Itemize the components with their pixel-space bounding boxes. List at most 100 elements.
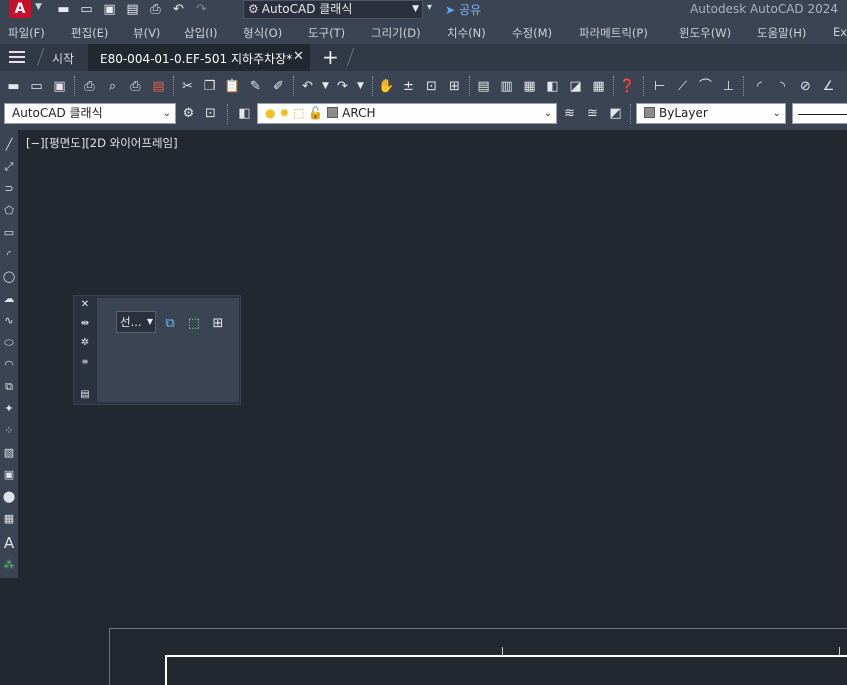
tab-active-drawing[interactable]: E80-004-01-0.EF-501 지하주차장* ✕ bbox=[88, 44, 310, 71]
layer-state-icon[interactable]: ◩ bbox=[606, 104, 625, 123]
new-file-icon[interactable]: ▬ bbox=[4, 77, 23, 96]
workspace-select[interactable]: ⚙ AutoCAD 클래식 ▼ bbox=[243, 0, 423, 19]
insert-block-icon[interactable]: ⧉ bbox=[0, 378, 18, 396]
ordinate-dimension-icon[interactable]: ⊥ bbox=[719, 77, 738, 96]
arc-length-icon[interactable]: ⌒ bbox=[696, 77, 715, 96]
tab-start[interactable]: 시작 bbox=[52, 50, 74, 67]
save-as-icon[interactable]: ▤ bbox=[123, 1, 142, 19]
undo-icon[interactable]: ↶ bbox=[169, 1, 188, 19]
linetype-combo[interactable] bbox=[792, 103, 847, 124]
plot-icon[interactable]: ⎙ bbox=[80, 77, 99, 96]
menu-modify[interactable]: 수정(M) bbox=[512, 25, 552, 41]
selection-combo[interactable]: 선... ▼ bbox=[116, 311, 156, 333]
polygon-icon[interactable]: ⬠ bbox=[0, 202, 18, 220]
rectangle-icon[interactable]: ▭ bbox=[0, 224, 18, 242]
add-selected-icon[interactable]: ⁂ bbox=[0, 556, 18, 574]
zoom-previous-icon[interactable]: ⊞ bbox=[445, 77, 464, 96]
undo-icon[interactable]: ↶ bbox=[298, 77, 317, 96]
help-icon[interactable]: ❓ bbox=[618, 77, 637, 96]
close-icon[interactable]: ✕ bbox=[293, 49, 304, 64]
menu-file[interactable]: 파일(F) bbox=[8, 25, 45, 41]
copy-icon[interactable]: ❐ bbox=[200, 77, 219, 96]
layer-properties-icon[interactable]: ◧ bbox=[235, 104, 254, 123]
save-icon[interactable]: ▣ bbox=[50, 77, 69, 96]
hamburger-menu-icon[interactable] bbox=[9, 51, 25, 63]
make-current-layer-icon[interactable]: ≋ bbox=[560, 104, 579, 123]
menu-insert[interactable]: 삽입(I) bbox=[184, 25, 218, 41]
quick-select-icon[interactable]: ⊞ bbox=[209, 315, 227, 333]
revision-cloud-icon[interactable]: ☁ bbox=[0, 290, 18, 308]
share-button[interactable]: ➤ 공유 bbox=[445, 1, 481, 18]
open-file-icon[interactable]: ▭ bbox=[27, 77, 46, 96]
design-center-icon[interactable]: ▥ bbox=[497, 77, 516, 96]
hatch-icon[interactable]: ▧ bbox=[0, 444, 18, 462]
color-combo[interactable]: ByLayer ⌄ bbox=[636, 103, 786, 124]
markup-icon[interactable]: ◪ bbox=[566, 77, 585, 96]
gear-icon[interactable]: ⚙ bbox=[179, 104, 198, 123]
collapse-icon[interactable]: ⇹ bbox=[77, 317, 93, 331]
menu-tools[interactable]: 도구(T) bbox=[308, 25, 345, 41]
construction-line-icon[interactable]: ⤢ bbox=[0, 158, 18, 176]
select-objects-icon[interactable]: ⬚ bbox=[185, 315, 203, 333]
open-file-icon[interactable]: ▭ bbox=[77, 1, 96, 19]
region-icon[interactable]: ⬤ bbox=[0, 488, 18, 506]
settings-icon[interactable]: ✲ bbox=[77, 336, 93, 350]
new-file-icon[interactable]: ▬ bbox=[54, 1, 73, 19]
app-logo-button[interactable]: A bbox=[9, 0, 31, 18]
zoom-window-icon[interactable]: ⊡ bbox=[422, 77, 441, 96]
layer-combo[interactable]: ● ✹ ⬚ 🔓 ARCH ⌄ bbox=[257, 103, 557, 124]
customize-toolbar-icon[interactable]: ▾ bbox=[427, 2, 432, 13]
calculator-icon[interactable]: ▤ bbox=[77, 388, 93, 402]
ellipse-icon[interactable]: ⬭ bbox=[0, 334, 18, 352]
menu-format[interactable]: 형식(O) bbox=[243, 25, 282, 41]
publish-icon[interactable]: ⎙ bbox=[126, 77, 145, 96]
workspace-combo[interactable]: AutoCAD 클래식 ⌄ bbox=[4, 103, 176, 124]
menu-window[interactable]: 윈도우(W) bbox=[679, 25, 731, 41]
save-icon[interactable]: ▣ bbox=[100, 1, 119, 19]
menu-draw[interactable]: 그리기(D) bbox=[371, 25, 421, 41]
close-icon[interactable]: ✕ bbox=[77, 298, 93, 312]
multiline-text-icon[interactable]: A bbox=[0, 534, 18, 552]
angular-dimension-icon[interactable]: ∠ bbox=[819, 77, 838, 96]
polyline-icon[interactable]: ⊃ bbox=[0, 180, 18, 198]
aligned-dimension-icon[interactable]: ⟋ bbox=[673, 77, 692, 96]
sheet-set-icon[interactable]: ◧ bbox=[543, 77, 562, 96]
new-tab-plus-icon[interactable]: + bbox=[322, 45, 339, 69]
point-icon[interactable]: ⁘ bbox=[0, 422, 18, 440]
app-menu-dropdown-icon[interactable]: ▼ bbox=[35, 2, 42, 12]
match-properties-icon[interactable]: ✎ bbox=[246, 77, 265, 96]
paste-icon[interactable]: 📋 bbox=[223, 77, 242, 96]
menu-view[interactable]: 뷰(V) bbox=[133, 25, 160, 41]
jogged-dimension-icon[interactable]: ◝ bbox=[773, 77, 792, 96]
cut-icon[interactable]: ✂ bbox=[178, 77, 197, 96]
menu-express[interactable]: Ex bbox=[833, 25, 847, 39]
table-icon[interactable]: ▦ bbox=[0, 510, 18, 528]
plot-preview-icon[interactable]: ⌕ bbox=[103, 77, 122, 96]
calculator-icon[interactable]: ▦ bbox=[589, 77, 608, 96]
menu-dimension[interactable]: 치수(N) bbox=[447, 25, 486, 41]
line-icon[interactable]: ╱ bbox=[0, 136, 18, 154]
circle-icon[interactable]: ◯ bbox=[0, 268, 18, 286]
tool-palettes-icon[interactable]: ▦ bbox=[520, 77, 539, 96]
dwf-icon[interactable]: ▤ bbox=[149, 77, 168, 96]
linear-dimension-icon[interactable]: ⊢ bbox=[650, 77, 669, 96]
make-block-icon[interactable]: ✦ bbox=[0, 400, 18, 418]
block-editor-icon[interactable]: ✐ bbox=[269, 77, 288, 96]
add-to-selection-icon[interactable]: ⧉ bbox=[161, 315, 179, 333]
gradient-icon[interactable]: ▣ bbox=[0, 466, 18, 484]
redo-icon[interactable]: ↷ bbox=[192, 1, 211, 19]
redo-icon[interactable]: ↷ bbox=[333, 77, 352, 96]
properties-icon[interactable]: ▤ bbox=[474, 77, 493, 96]
radius-dimension-icon[interactable]: ◜ bbox=[750, 77, 769, 96]
viewport-controls-label[interactable]: [−][평면도][2D 와이어프레임] bbox=[26, 135, 178, 151]
print-icon[interactable]: ⎙ bbox=[146, 1, 165, 19]
zoom-realtime-icon[interactable]: ± bbox=[399, 77, 418, 96]
pan-hand-icon[interactable]: ✋ bbox=[377, 77, 396, 96]
ellipse-arc-icon[interactable]: ◠ bbox=[0, 356, 18, 374]
chevron-down-icon[interactable]: ▼ bbox=[351, 77, 370, 96]
workspace-settings-icon[interactable]: ⊡ bbox=[201, 104, 220, 123]
menu-parametric[interactable]: 파라메트릭(P) bbox=[579, 25, 648, 41]
spline-icon[interactable]: ∿ bbox=[0, 312, 18, 330]
diameter-dimension-icon[interactable]: ⊘ bbox=[796, 77, 815, 96]
menu-help[interactable]: 도움말(H) bbox=[757, 25, 806, 41]
